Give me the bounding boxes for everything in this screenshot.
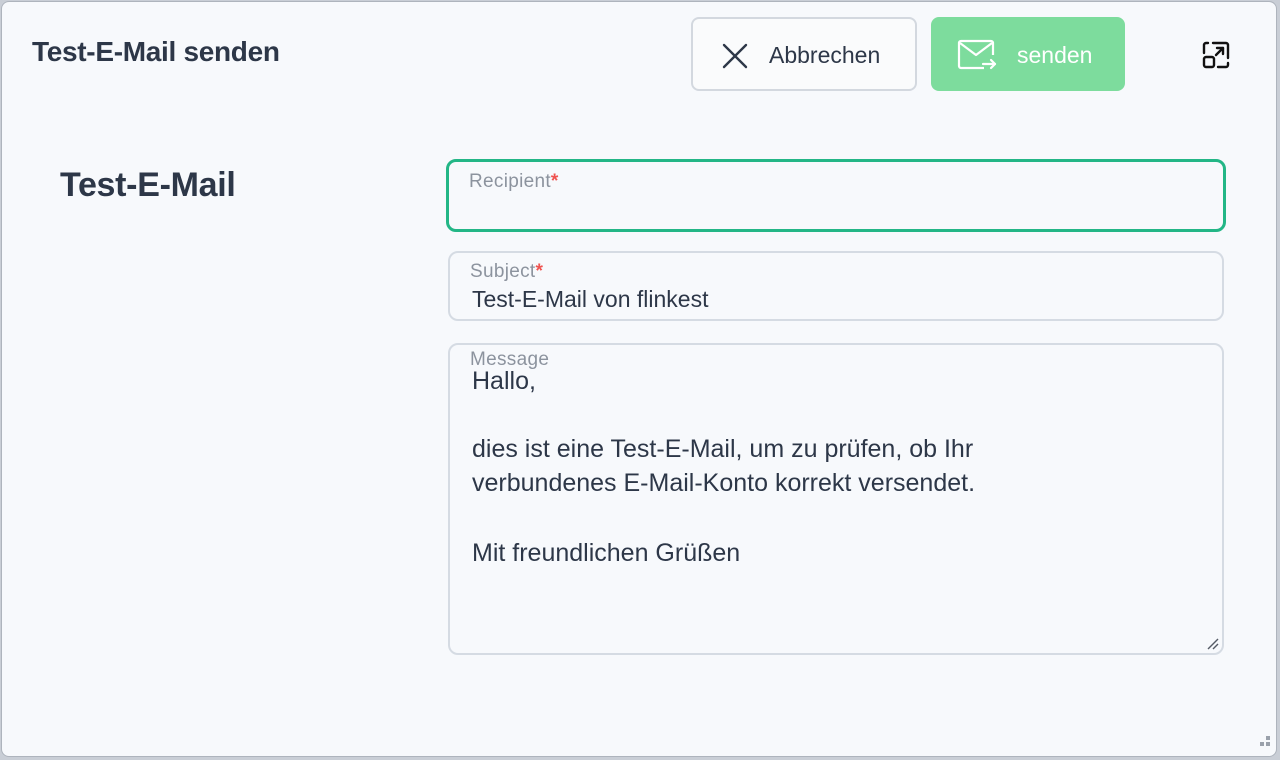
subject-value: Test-E-Mail von flinkest <box>472 286 709 312</box>
message-textarea[interactable]: Message Hallo, dies ist eine Test-E-Mail… <box>448 343 1224 655</box>
mail-send-icon <box>957 39 997 70</box>
required-marker: * <box>550 171 559 192</box>
required-marker: * <box>535 261 544 282</box>
section-title: Test-E-Mail <box>60 166 236 204</box>
cancel-button[interactable]: Abbrechen <box>691 17 917 91</box>
test-email-dialog: Test-E-Mail senden Abbrechen senden Test… <box>1 1 1277 757</box>
cancel-button-label: Abbrechen <box>769 42 881 68</box>
recipient-label: Recipient* <box>469 171 559 192</box>
dialog-title: Test-E-Mail senden <box>32 36 280 67</box>
message-line: Mit freundlichen Grüßen <box>472 539 741 567</box>
message-line: dies ist eine Test-E-Mail, um zu prüfen,… <box>472 435 974 463</box>
expand-icon[interactable] <box>1201 40 1231 70</box>
message-line: Hallo, <box>472 367 536 395</box>
close-icon <box>722 43 748 69</box>
textarea-resize-handle[interactable] <box>1204 635 1220 651</box>
send-button-label: senden <box>1017 42 1093 68</box>
send-button[interactable]: senden <box>931 17 1125 91</box>
message-line: verbundenes E-Mail-Konto korrekt versend… <box>472 469 976 497</box>
subject-label: Subject* <box>470 261 544 282</box>
dialog-resize-handle[interactable] <box>1257 734 1271 748</box>
recipient-field[interactable]: Recipient* <box>446 159 1226 232</box>
subject-field[interactable]: Subject* Test-E-Mail von flinkest <box>448 251 1224 321</box>
